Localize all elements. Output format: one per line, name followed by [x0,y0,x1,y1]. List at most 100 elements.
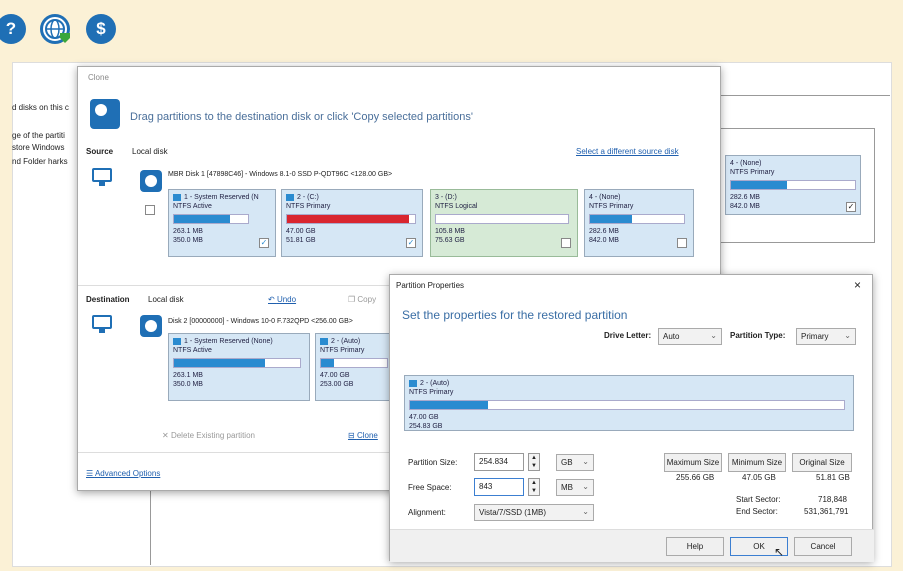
destination-disk-icon [140,315,162,337]
source-partition[interactable]: 1 - System Reserved (N NTFS Active 263.1… [168,189,276,257]
source-disk-checkbox[interactable] [145,205,155,215]
restored-partition-preview: 2 - (Auto) NTFS Primary 47.00 GB 254.83 … [404,375,854,431]
background-disk-panel: 4 - (None) NTFS Primary 282.6 MB 842.0 M… [700,128,875,243]
partition-total: 51.81 GB [286,237,316,244]
free-space-label: Free Space: [408,483,452,492]
partition-used: 47.00 GB [409,414,439,421]
source-partition[interactable]: 3 - (D:) NTFS Logical 105.8 MB 75.63 GB [430,189,578,257]
free-space-input[interactable]: 843 [474,478,524,496]
free-space-unit-select[interactable]: MB [556,479,594,496]
dialog-title: Partition Properties [396,281,465,290]
partition-used: 105.8 MB [435,228,465,235]
partition-usage-bar [286,214,416,224]
delete-existing-button[interactable]: ✕ Delete Existing partition [162,431,255,440]
partition-usage-bar [435,214,569,224]
bg-text-line: d disks on this c [12,103,69,112]
mouse-cursor-icon: ↖ [774,545,785,559]
partition-used: 47.00 GB [320,372,350,379]
windows-icon [173,337,181,345]
partition-used: 282.6 MB [589,228,619,235]
partition-checkbox[interactable] [677,238,687,248]
alignment-select[interactable]: Vista/7/SSD (1MB) [474,504,594,521]
bg-text-line: nd Folder harks [12,157,68,166]
cancel-button[interactable]: Cancel [794,537,852,556]
partition-total: 75.63 GB [435,237,465,244]
advanced-options-link[interactable]: ☰ Advanced Options [86,469,160,478]
clone-link[interactable]: ⊟ Clone [348,431,378,440]
undo-icon: ↶ [268,295,277,304]
start-sector-value: 718,848 [818,495,847,504]
partition-checkbox[interactable]: ✓ [406,238,416,248]
undo-button[interactable]: ↶ Undo [268,295,296,304]
partition-checkbox[interactable] [561,238,571,248]
partition-checkbox[interactable]: ✓ [259,238,269,248]
partition-properties-dialog: Partition Properties × Set the propertie… [389,274,874,562]
partition-type: NTFS Primary [320,347,365,354]
partition-total: 254.83 GB [409,423,443,430]
partition-used: 47.00 GB [286,228,316,235]
source-partition[interactable]: 4 - (None) NTFS Primary 282.6 MB 842.0 M… [584,189,694,257]
partition-usage-bar [589,214,685,224]
minimum-size-value: 47.05 GB [742,473,776,482]
dialog-heading: Set the properties for the restored part… [402,308,628,322]
help-button[interactable]: Help [666,537,724,556]
partition-usage-bar [730,180,856,190]
original-size-value: 51.81 GB [816,473,850,482]
source-partition[interactable]: 2 - (C:) NTFS Primary 47.00 GB 51.81 GB … [281,189,423,257]
minimum-size-button[interactable]: Minimum Size [728,453,786,472]
source-disk-info: MBR Disk 1 [47898C46] - Windows 8.1-0 SS… [168,171,393,178]
partition-size-input[interactable]: 254.834 [474,453,524,471]
bg-text-line: ge of the partiti [12,131,65,140]
partition-usage-bar [173,358,301,368]
partition-type: NTFS Primary [730,169,775,176]
partition-title: 2 - (Auto) [409,379,849,388]
dollar-icon[interactable]: $ [86,14,116,44]
partition-total: 842.0 MB [730,203,760,210]
partition-type-select[interactable]: Primary [796,328,856,345]
source-disk-icon [140,170,162,192]
alignment-label: Alignment: [408,508,446,517]
partition-total: 842.0 MB [589,237,619,244]
partition-title: 3 - (D:) [435,194,457,201]
help-icon[interactable]: ? [0,14,26,44]
drive-letter-label: Drive Letter: [604,331,652,340]
partition-size-spinner[interactable]: ▲ ▼ [528,453,540,471]
partition-usage-bar [409,400,845,410]
partition-used: 263.1 MB [173,228,203,235]
partition-type-label: Partition Type: [730,331,786,340]
drive-letter-select[interactable]: Auto [658,328,722,345]
partition-total: 350.0 MB [173,237,203,244]
destination-disk-info: Disk 2 [00000000] - Windows 10-0 F.732QP… [168,318,353,325]
partition-title: 1 - System Reserved (N [173,193,271,202]
source-type: Local disk [132,147,168,156]
start-sector-label: Start Sector: [736,495,781,504]
free-space-spinner[interactable]: ▲ ▼ [528,478,540,496]
partition-usage-bar [320,358,388,368]
partition-title: 1 - System Reserved (None) [173,337,305,346]
select-source-link[interactable]: Select a different source disk [576,147,679,156]
clone-icon [90,99,120,129]
close-icon[interactable]: × [854,278,861,292]
windows-icon [173,193,181,201]
partition-used: 263.1 MB [173,372,203,379]
maximum-size-button[interactable]: Maximum Size [664,453,722,472]
partition-type: NTFS Primary [286,203,331,210]
destination-partition[interactable]: 1 - System Reserved (None) NTFS Active 2… [168,333,310,401]
partition-type: NTFS Active [173,347,212,354]
globe-download-icon[interactable] [40,14,70,44]
original-size-button[interactable]: Original Size [792,453,852,472]
partition-total: 350.0 MB [173,381,203,388]
partition-used: 282.6 MB [730,194,760,201]
windows-icon [286,193,294,201]
partition-checkbox[interactable]: ✓ [846,202,856,212]
clone-header: Drag partitions to the destination disk … [130,111,473,123]
copy-button[interactable]: ❐ Copy [348,295,376,304]
copy-icon: ❐ [348,295,358,304]
end-sector-label: End Sector: [736,507,778,516]
destination-partition[interactable]: 2 - (Auto) NTFS Primary 47.00 GB 253.00 … [315,333,395,401]
partition-size-unit-select[interactable]: GB [556,454,594,471]
destination-computer-icon [92,315,112,333]
bg-partition[interactable]: 4 - (None) NTFS Primary 282.6 MB 842.0 M… [725,155,861,215]
windows-icon [320,337,328,345]
delete-icon: ✕ [162,431,171,440]
